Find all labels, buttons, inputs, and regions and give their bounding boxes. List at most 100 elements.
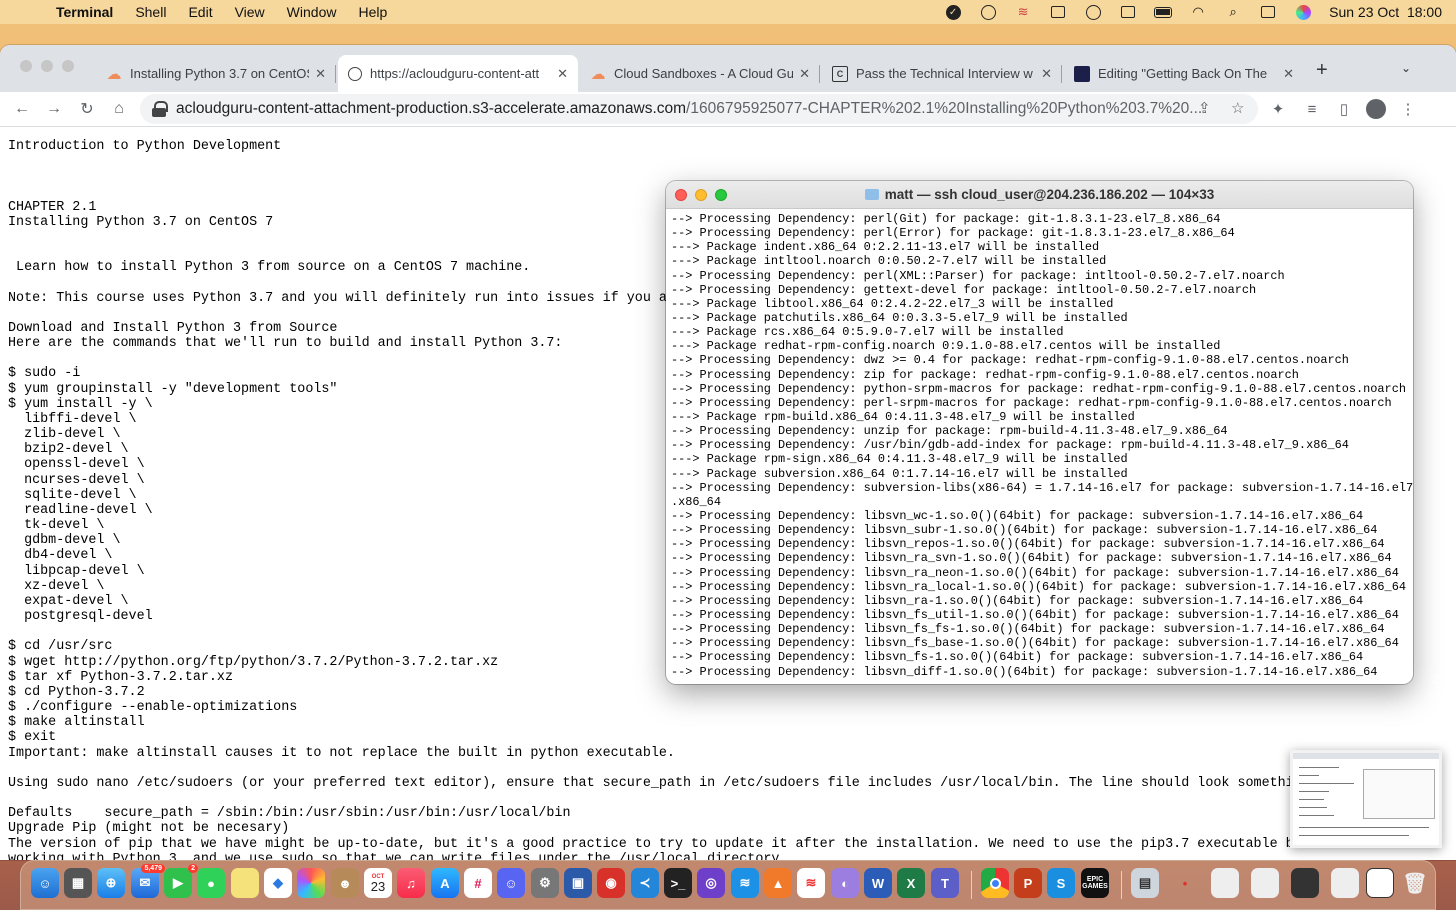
cloud-icon: ☁: [106, 65, 122, 83]
chevron-down-icon[interactable]: ⌄: [1401, 61, 1411, 75]
minimized-window-icon[interactable]: [1251, 868, 1279, 898]
slack-icon[interactable]: #: [464, 868, 492, 898]
music-icon[interactable]: ♫: [397, 868, 425, 898]
maps-icon[interactable]: ◆: [264, 868, 292, 898]
close-tab-icon[interactable]: ✕: [1041, 66, 1052, 82]
notes-icon[interactable]: [231, 868, 259, 898]
menubar-clock[interactable]: Sun 23 Oct 18:00: [1329, 4, 1442, 20]
keyboard-status-icon[interactable]: [1119, 4, 1137, 20]
extensions-icon[interactable]: ✦: [1268, 99, 1288, 119]
trash-icon[interactable]: 🗑: [1401, 868, 1429, 898]
launchpad-icon[interactable]: ▦: [64, 868, 92, 898]
powerpoint-icon[interactable]: P: [1014, 868, 1042, 898]
profile-avatar-icon[interactable]: [1366, 99, 1386, 119]
terminal-close-button[interactable]: [675, 189, 687, 201]
terminal-line: --> Processing Dependency: libsvn_fs_bas…: [671, 636, 1399, 651]
terminal-zoom-button[interactable]: [715, 189, 727, 201]
close-tab-icon[interactable]: ✕: [799, 66, 810, 82]
siri-icon[interactable]: [1294, 4, 1312, 20]
minimized-window-icon[interactable]: [1291, 868, 1319, 898]
discord-icon[interactable]: ☺: [497, 868, 525, 898]
vscode-icon[interactable]: ≺: [631, 868, 659, 898]
terminal-minimize-button[interactable]: [695, 189, 707, 201]
excel-icon[interactable]: X: [897, 868, 925, 898]
word-icon[interactable]: W: [864, 868, 892, 898]
battery-icon[interactable]: [1154, 4, 1173, 20]
control-center-icon[interactable]: [1259, 4, 1277, 20]
forward-icon[interactable]: →: [43, 98, 65, 120]
mail-icon[interactable]: ✉ 5,479: [131, 864, 165, 898]
safari-icon[interactable]: ⊕: [97, 868, 125, 898]
tab-acloudguru-content[interactable]: https://acloudguru-content-att ✕: [338, 55, 578, 92]
display-status-icon[interactable]: [1049, 4, 1067, 20]
screenshot-app-icon[interactable]: ◐: [831, 868, 859, 898]
terminal-line: --> Processing Dependency: libsvn_ra_svn…: [671, 551, 1392, 566]
epic-games-icon[interactable]: EPIC GAMES: [1081, 868, 1109, 898]
pocketcasts-icon[interactable]: ◉: [597, 868, 625, 898]
menu-view[interactable]: View: [235, 4, 265, 20]
reading-list-icon[interactable]: ≡: [1302, 99, 1322, 119]
close-window-button[interactable]: [20, 60, 32, 72]
close-tab-icon[interactable]: ✕: [557, 66, 568, 82]
minimized-window-icon[interactable]: •: [1171, 868, 1199, 898]
minimized-window-icon[interactable]: [1366, 868, 1394, 898]
skype-icon[interactable]: S: [1047, 868, 1075, 898]
screenshot-thumbnail[interactable]: [1290, 750, 1442, 848]
app-status-icon[interactable]: ≋: [1014, 4, 1032, 20]
calendar-icon[interactable]: OCT 23: [364, 868, 392, 898]
address-bar[interactable]: acloudguru-content-attachment-production…: [140, 94, 1258, 124]
more-menu-icon[interactable]: ⋮: [1398, 99, 1418, 119]
terminal-line: --> Processing Dependency: perl-srpm-mac…: [671, 395, 1392, 410]
minimized-window-icon[interactable]: [1331, 868, 1359, 898]
app-store-icon[interactable]: A: [431, 868, 459, 898]
share-icon[interactable]: ⇪: [1198, 99, 1211, 117]
menu-window[interactable]: Window: [287, 4, 337, 20]
minimize-window-button[interactable]: [41, 60, 53, 72]
lock-icon[interactable]: [152, 101, 168, 117]
tab-cloud-sandboxes[interactable]: ☁ Cloud Sandboxes - A Cloud Gu ✕: [580, 55, 820, 92]
calendar-day: 23: [370, 878, 386, 894]
finder-icon[interactable]: ☺: [31, 868, 59, 898]
terminal-icon[interactable]: >_: [664, 868, 692, 898]
zoom-window-button[interactable]: [62, 60, 74, 72]
chrome-icon[interactable]: [981, 868, 1009, 898]
back-icon[interactable]: ←: [11, 98, 33, 120]
teams-icon[interactable]: T: [931, 868, 959, 898]
app-icon[interactable]: ≋: [797, 868, 825, 898]
contacts-icon[interactable]: ☻: [331, 868, 359, 898]
wifi-icon[interactable]: ◠: [1189, 4, 1207, 20]
github-desktop-icon[interactable]: ◎: [697, 868, 725, 898]
messages-icon[interactable]: ●: [197, 868, 225, 898]
reload-icon[interactable]: ↻: [76, 98, 98, 120]
menu-shell[interactable]: Shell: [135, 4, 166, 20]
system-preferences-icon[interactable]: ⚙: [531, 868, 559, 898]
sublime-merge-icon[interactable]: ▲: [764, 868, 792, 898]
menu-edit[interactable]: Edit: [188, 4, 212, 20]
close-tab-icon[interactable]: ✕: [1283, 66, 1294, 82]
terminal-output[interactable]: --> Processing Dependency: perl(Git) for…: [666, 209, 1413, 679]
photos-icon[interactable]: [297, 868, 325, 898]
terminal-line: --> Processing Dependency: libsvn_fs_uti…: [671, 607, 1399, 622]
cloud-icon: ☁: [590, 65, 606, 83]
checkmark-status-icon[interactable]: ✓: [944, 4, 962, 20]
spotlight-search-icon[interactable]: ⌕: [1224, 4, 1242, 20]
tab-editing-post[interactable]: Editing "Getting Back On The ✕: [1064, 55, 1304, 92]
virtualbox-icon[interactable]: ▣: [564, 868, 592, 898]
new-tab-icon[interactable]: +: [1316, 59, 1328, 82]
menu-help[interactable]: Help: [358, 4, 387, 20]
bookmark-star-icon[interactable]: ☆: [1231, 99, 1244, 117]
tab-installing-python[interactable]: ☁ Installing Python 3.7 on CentOS ✕: [96, 55, 336, 92]
preview-icon[interactable]: ▤: [1131, 868, 1159, 898]
menu-app-name[interactable]: Terminal: [56, 4, 113, 20]
facetime-icon[interactable]: ▶ 2: [164, 864, 198, 898]
side-panel-icon[interactable]: ▯: [1334, 99, 1354, 119]
minimized-window-icon[interactable]: [1211, 868, 1239, 898]
onepassword-status-icon[interactable]: [979, 4, 997, 20]
terminal-title-bar[interactable]: matt — ssh cloud_user@204.236.186.202 — …: [666, 181, 1413, 209]
tab-technical-interview[interactable]: C Pass the Technical Interview w ✕: [822, 55, 1062, 92]
home-icon[interactable]: ⌂: [108, 98, 130, 120]
play-status-icon[interactable]: [1084, 4, 1102, 20]
terminal-window[interactable]: matt — ssh cloud_user@204.236.186.202 — …: [666, 181, 1413, 684]
docker-icon[interactable]: ≋: [731, 868, 759, 898]
close-tab-icon[interactable]: ✕: [315, 66, 326, 82]
